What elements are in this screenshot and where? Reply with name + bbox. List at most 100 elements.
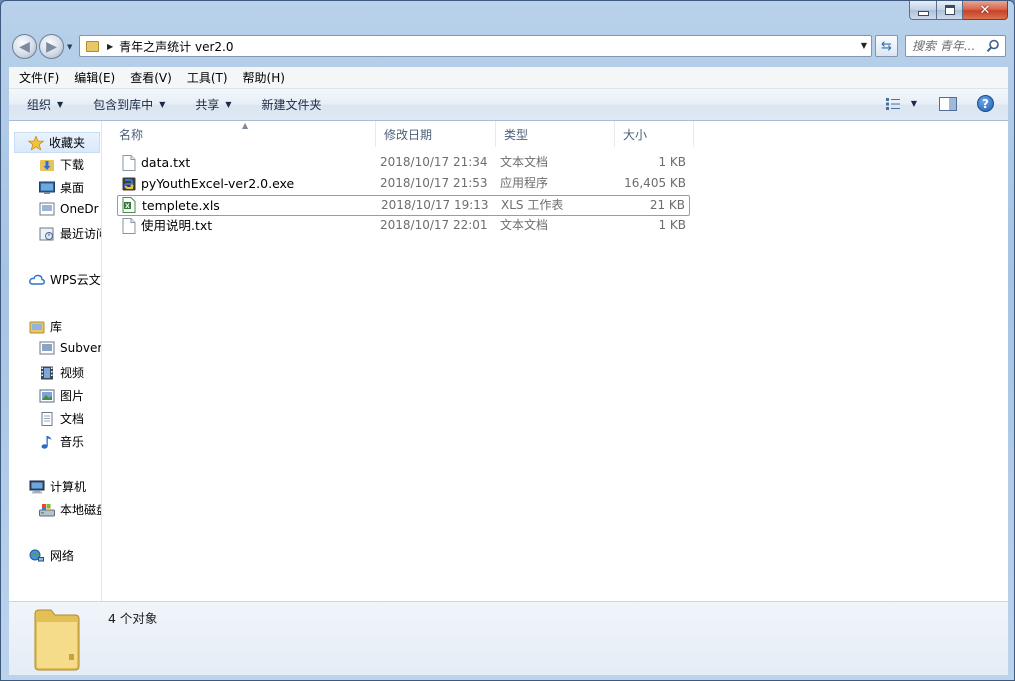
file-date: 2018/10/17 19:13	[381, 198, 489, 212]
nav-desktop-label: 桌面	[60, 181, 85, 195]
nav-recent[interactable]: 最近访问	[39, 225, 101, 242]
column-header-size[interactable]: 大小	[615, 121, 694, 147]
explorer-window: ✕ ◀ ▶ ▼ ▶ 青年之声统计 ver2.0 ▼ ⇆ 文件(F) 编辑(E) …	[0, 0, 1015, 681]
nav-videos[interactable]: 视频	[39, 364, 84, 381]
nav-videos-label: 视频	[60, 366, 85, 380]
column-type-label: 类型	[504, 127, 529, 142]
new-folder-button[interactable]: 新建文件夹	[262, 96, 322, 113]
documents-icon	[41, 411, 53, 426]
text-file-icon	[122, 155, 136, 171]
nav-favorites-label: 收藏夹	[49, 136, 86, 150]
file-row-focused[interactable]: X templete.xls 2018/10/17 19:13 XLS 工作表 …	[117, 195, 690, 216]
nav-subversion-label: Subver	[60, 341, 102, 355]
folder-icon	[34, 609, 80, 671]
pictures-icon	[39, 389, 55, 402]
view-dropdown-icon[interactable]: ▼	[911, 99, 917, 108]
preview-pane-icon[interactable]	[939, 96, 957, 111]
nav-onedrive[interactable]: OneDr	[39, 202, 99, 216]
share-button[interactable]: 共享 ▼	[195, 96, 231, 113]
address-bar[interactable]: ▶ 青年之声统计 ver2.0 ▼	[79, 35, 872, 57]
refresh-button[interactable]: ⇆	[875, 35, 898, 57]
file-list-pane[interactable]: ▲ 名称 修改日期 类型 大小 data.txt 2018/10/17 21:3…	[102, 121, 1008, 601]
nav-subversion[interactable]: Subver	[39, 341, 102, 355]
back-arrow-icon: ◀	[19, 38, 30, 55]
nav-onedrive-label: OneDr	[60, 202, 99, 216]
navigation-pane[interactable]: 收藏夹 下载 桌面 OneDr 最近访问 WPS云文	[9, 121, 102, 601]
help-icon[interactable]: ?	[977, 95, 994, 112]
menu-file[interactable]: 文件(F)	[9, 69, 64, 86]
file-size: 1 KB	[658, 218, 686, 232]
menu-bar: 文件(F) 编辑(E) 查看(V) 工具(T) 帮助(H)	[9, 67, 1008, 89]
nav-downloads[interactable]: 下载	[39, 156, 84, 173]
svg-text:X: X	[125, 203, 130, 210]
network-icon	[29, 549, 44, 561]
nav-documents[interactable]: 文档	[39, 410, 84, 427]
onedrive-icon	[39, 202, 55, 216]
nav-favorites[interactable]: 收藏夹	[14, 132, 100, 153]
back-button[interactable]: ◀	[12, 34, 37, 59]
organize-label: 组织	[27, 98, 52, 112]
column-header-name[interactable]: 名称	[111, 121, 376, 147]
nav-music[interactable]: 音乐	[39, 433, 84, 450]
nav-libraries[interactable]: 库	[29, 318, 62, 335]
nav-network[interactable]: 网络	[29, 547, 74, 564]
details-pane: 4 个对象	[9, 601, 1008, 675]
star-icon	[28, 135, 44, 150]
libraries-icon	[29, 321, 45, 333]
nav-network-label: 网络	[50, 549, 75, 563]
menu-tools[interactable]: 工具(T)	[177, 69, 233, 86]
include-in-library-button[interactable]: 包含到库中 ▼	[93, 96, 165, 113]
organize-button[interactable]: 组织 ▼	[27, 96, 63, 113]
file-row[interactable]: data.txt 2018/10/17 21:34 文本文档 1 KB	[117, 153, 690, 174]
music-icon	[41, 435, 52, 449]
forward-button[interactable]: ▶	[39, 34, 64, 59]
view-options-icon[interactable]	[885, 97, 901, 111]
breadcrumb-separator-icon[interactable]: ▶	[107, 42, 113, 51]
recent-pages-dropdown[interactable]: ▼	[67, 43, 72, 51]
menu-help[interactable]: 帮助(H)	[233, 69, 290, 86]
nav-music-label: 音乐	[60, 435, 85, 449]
folder-icon	[86, 40, 99, 52]
file-date: 2018/10/17 21:34	[380, 155, 488, 169]
nav-wps-cloud[interactable]: WPS云文	[29, 271, 101, 288]
close-button[interactable]: ✕	[963, 1, 1008, 20]
address-dropdown-icon[interactable]: ▼	[861, 41, 867, 50]
file-type: 应用程序	[500, 176, 549, 190]
chevron-down-icon: ▼	[225, 100, 232, 109]
nav-local-disk[interactable]: 本地磁盘	[39, 501, 101, 518]
nav-pictures[interactable]: 图片	[39, 387, 84, 404]
chevron-down-icon: ▼	[57, 100, 64, 109]
column-header-type[interactable]: 类型	[496, 121, 615, 147]
file-date: 2018/10/17 21:53	[380, 176, 488, 190]
desktop-icon	[39, 181, 55, 194]
nav-computer[interactable]: 计算机	[29, 478, 86, 495]
file-size: 21 KB	[649, 198, 685, 212]
computer-icon	[29, 480, 45, 493]
breadcrumb-current[interactable]: 青年之声统计 ver2.0	[119, 38, 233, 55]
file-type: 文本文档	[500, 218, 549, 232]
maximize-button[interactable]	[937, 1, 963, 20]
column-header-date[interactable]: 修改日期	[376, 121, 496, 147]
new-folder-label: 新建文件夹	[261, 98, 322, 112]
minimize-button[interactable]	[909, 1, 937, 20]
recent-places-icon	[39, 227, 54, 240]
search-box[interactable]	[905, 35, 1006, 57]
file-row[interactable]: 使用说明.txt 2018/10/17 22:01 文本文档 1 KB	[117, 216, 690, 237]
video-icon	[41, 366, 53, 379]
file-type: 文本文档	[500, 155, 549, 169]
nav-desktop[interactable]: 桌面	[39, 179, 84, 196]
search-input[interactable]	[912, 39, 982, 53]
caption-buttons: ✕	[909, 1, 1008, 20]
nav-libraries-label: 库	[50, 320, 63, 334]
menu-edit[interactable]: 编辑(E)	[64, 69, 120, 86]
python-exe-icon	[122, 177, 136, 191]
nav-wps-cloud-label: WPS云文	[50, 273, 101, 287]
file-row[interactable]: pyYouthExcel-ver2.0.exe 2018/10/17 21:53…	[117, 174, 690, 195]
command-bar-right: ▼ ?	[885, 95, 994, 112]
menu-view[interactable]: 查看(V)	[120, 69, 177, 86]
file-size: 16,405 KB	[624, 176, 686, 190]
file-size: 1 KB	[658, 155, 686, 169]
nav-computer-label: 计算机	[50, 480, 87, 494]
text-file-icon	[122, 218, 136, 234]
search-icon[interactable]	[986, 39, 1000, 53]
